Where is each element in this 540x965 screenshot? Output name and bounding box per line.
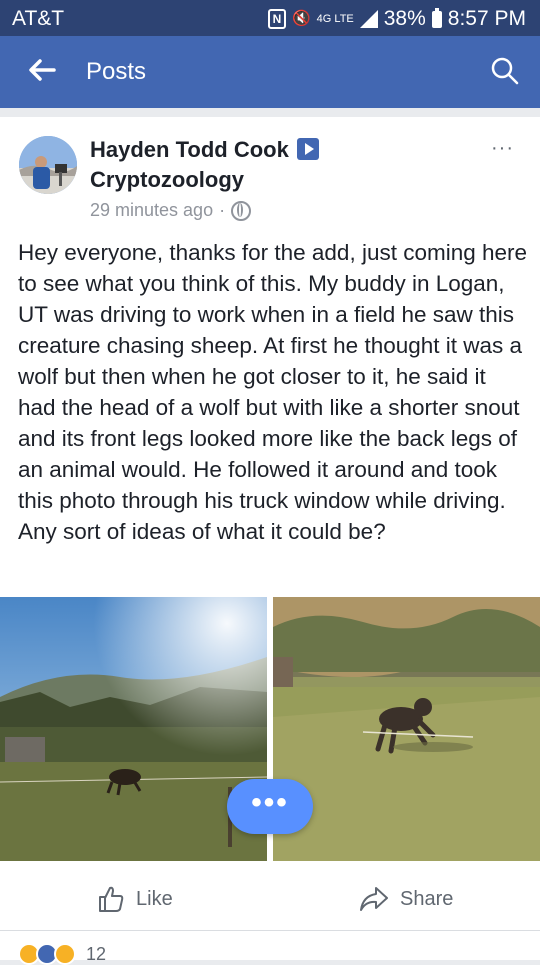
author-name-text[interactable]: Hayden Todd Cook (90, 137, 289, 162)
clock: 8:57 PM (447, 7, 526, 30)
like-label: Like (136, 887, 173, 910)
reaction-count: 12 (86, 943, 107, 964)
play-icon (296, 138, 319, 160)
status-icons: N 🔇 4G LTE 38% 8:57 PM (267, 7, 526, 31)
network-label: 4G LTE (316, 13, 354, 25)
field-photo-close (273, 597, 540, 861)
carrier-label: AT&T (12, 7, 65, 30)
thumbs-up-icon (99, 886, 124, 912)
arrow-left-icon[interactable] (24, 52, 60, 88)
like-button[interactable]: Like (96, 884, 173, 914)
post-photo-2[interactable] (273, 597, 540, 861)
app-bar: Posts (0, 36, 540, 108)
avatar-image (19, 136, 77, 194)
more-options-button[interactable]: ··· (491, 137, 514, 160)
mute-icon: 🔇 (291, 10, 311, 27)
share-button[interactable]: Share (358, 884, 453, 914)
reactions-summary[interactable]: 12 (18, 943, 106, 965)
group-name[interactable]: Cryptozoology (90, 167, 244, 193)
share-icon (360, 887, 388, 911)
page-title: Posts (86, 58, 147, 85)
battery-percent: 38% (383, 7, 426, 30)
more-actions-fab[interactable]: ••• (227, 779, 313, 834)
avatar[interactable] (19, 136, 77, 194)
share-label: Share (400, 887, 454, 910)
wow-reaction-icon (54, 943, 76, 965)
post-text: Hey everyone, thanks for the add, just c… (18, 240, 528, 544)
post-time[interactable]: 29 minutes ago (90, 200, 213, 221)
post-photo-1[interactable] (0, 597, 267, 861)
post-meta: 29 minutes ago · (90, 200, 252, 221)
battery-icon (431, 7, 442, 28)
search-icon[interactable] (490, 56, 520, 86)
meta-separator: · (219, 200, 226, 220)
signal-icon (359, 10, 378, 28)
nfc-icon: N (267, 9, 286, 29)
globe-icon (231, 200, 252, 221)
field-photo-wide (0, 597, 267, 861)
author-name[interactable]: Hayden Todd Cook (90, 137, 319, 163)
status-bar: AT&T N 🔇 4G LTE 38% 8:57 PM (0, 0, 540, 36)
post-actions: Like Share (0, 874, 540, 931)
